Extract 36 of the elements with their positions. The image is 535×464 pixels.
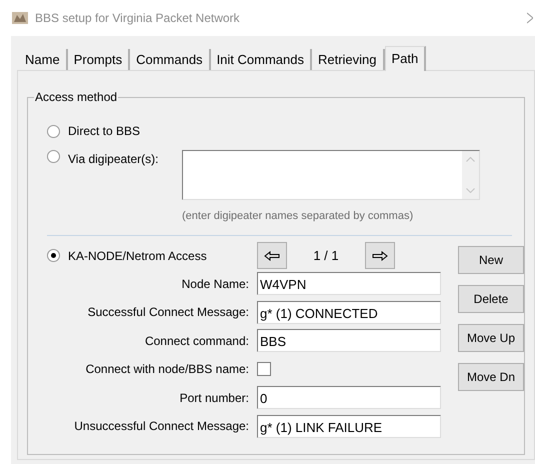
radio-label: KA-NODE/Netrom Access	[68, 248, 207, 264]
text-field[interactable]: g* (1) CONNECTED	[257, 300, 441, 324]
radio-button[interactable]	[47, 124, 60, 138]
previous-button[interactable]	[257, 242, 287, 269]
field-label: Port number:	[178, 390, 250, 407]
right-arrow-icon	[372, 250, 388, 260]
close-icon[interactable]	[527, 12, 533, 24]
radio-button[interactable]	[47, 249, 60, 262]
action-button[interactable]: Move Dn	[458, 362, 524, 390]
scroll-up-icon[interactable]	[466, 157, 475, 162]
app-icon	[11, 10, 29, 26]
scrollbar[interactable]	[462, 151, 479, 199]
action-button[interactable]: New	[458, 246, 524, 274]
field-label: Node Name:	[180, 276, 250, 293]
text-field[interactable]: BBS	[257, 329, 441, 352]
window-title: BBS setup for Virginia Packet Network	[35, 10, 240, 27]
action-button[interactable]: Move Up	[458, 324, 524, 352]
field-label: Unsuccessful Connect Message:	[73, 418, 250, 436]
action-button[interactable]: Delete	[458, 284, 524, 312]
left-arrow-icon	[264, 250, 280, 260]
field-label: Connect command:	[144, 332, 250, 350]
text-field[interactable]: 0	[257, 386, 441, 410]
field-label: Connect with node/BBS name:	[84, 361, 250, 378]
field-label: Successful Connect Message:	[86, 304, 250, 322]
text-field[interactable]: g* (1) LINK FAILURE	[257, 414, 441, 438]
radio-label: Direct to BBS	[68, 123, 140, 140]
text-field[interactable]: W4VPN	[257, 272, 441, 296]
radio-button[interactable]	[47, 150, 60, 163]
radio-label: Via digipeater(s):	[68, 151, 158, 168]
hint-text: (enter digipeater names separated by commas)	[182, 209, 414, 224]
record-counter: 1 / 1	[312, 246, 340, 265]
next-button[interactable]	[365, 242, 395, 269]
scroll-down-icon[interactable]	[466, 188, 475, 193]
digipeater-field[interactable]	[182, 150, 480, 200]
checkbox[interactable]	[257, 362, 271, 376]
tab[interactable]: Path	[384, 46, 426, 71]
